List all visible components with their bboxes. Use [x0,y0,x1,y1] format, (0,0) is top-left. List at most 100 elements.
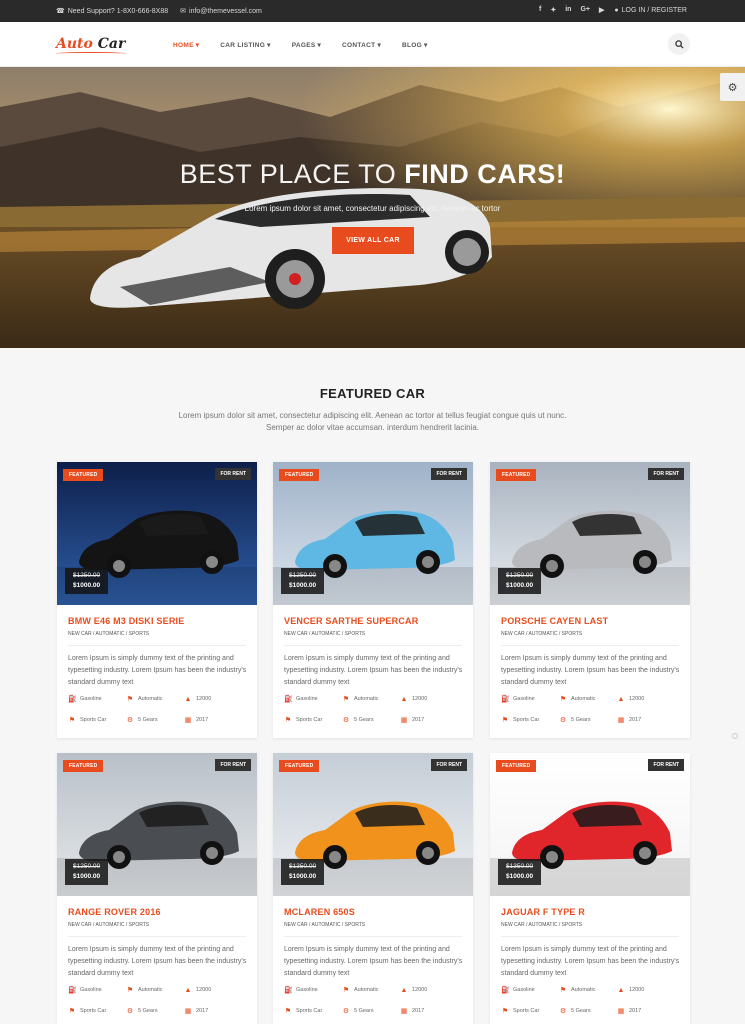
login-label: LOG IN / REGISTER [621,6,687,14]
email-contact[interactable]: ✉ info@themevessel.com [180,7,262,16]
car-card[interactable]: FEATURED FOR RENT $1350.00 $1000.00 MCLA… [273,753,473,1024]
settings-toggle[interactable]: ⚙ [720,73,745,101]
spec-value: 5 Gears [354,1008,374,1014]
car-tags: NEW CAR / AUTOMATIC / SPORTS [501,922,583,928]
fuel-icon: ⛽ [68,696,77,703]
car-card[interactable]: FEATURED FOR RENT $1350.00 $1000.00 JAGU… [490,753,690,1024]
car-image[interactable]: FEATURED FOR RENT $1250.00 $1000.00 [273,462,473,605]
car-specs: ⛽ Gasoline ⚑ Automatic ▲ 12000 ⚑ Sports … [501,695,681,725]
spec-item: ▲ 12000 [400,986,458,994]
car-title[interactable]: VENCER SARTHE SUPERCAR [284,616,418,626]
spec-item: ▦ 2017 [617,1007,675,1015]
search-icon [674,39,684,49]
for-rent-badge: FOR RENT [431,759,467,771]
support-contact[interactable]: ☎ Need Support? 1-8X0-666-8X88 [56,7,169,16]
spec-item: ⚙ 5 Gears [559,716,617,724]
spec-value: Sports Car [296,717,323,723]
nav-item-pages[interactable]: PAGES ▾ [292,41,322,50]
car-card[interactable]: FEATURED FOR RENT $1250.00 $1000.00 RANG… [57,753,257,1024]
spec-item: ⚙ 5 Gears [126,716,184,724]
fuel-icon: ⛽ [501,987,510,994]
search-button[interactable] [668,33,690,55]
car-image[interactable]: FEATURED FOR RENT $1250.00 $1000.00 [57,753,257,896]
spec-value: 12000 [412,696,428,702]
old-price: $1350.00 [506,863,534,870]
car-description: Lorem Ipsum is simply dummy text of the … [284,946,463,977]
nav-item-car-listing[interactable]: CAR LISTING ▾ [220,41,271,50]
divider [68,936,246,937]
spec-item: ⛽ Gasoline [501,986,559,994]
car-image[interactable]: FEATURED FOR RENT $1250.00 $1000.00 [57,462,257,605]
current-price: $1000.00 [73,582,101,589]
spec-item: ⚑ Automatic [342,986,400,994]
car-card[interactable]: FEATURED FOR RENT $1250.00 $1000.00 PORS… [490,462,690,738]
twitter-icon[interactable]: ✦ [550,6,556,14]
nav-item-blog[interactable]: BLOG ▾ [402,41,428,50]
login-link[interactable]: ● LOG IN / REGISTER [614,7,687,14]
spec-item: ▲ 12000 [184,695,242,703]
car-specs: ⛽ Gasoline ⚑ Automatic ▲ 12000 ⚑ Sports … [501,986,681,1016]
calendar-icon: ▦ [184,717,192,724]
gears-icon: ⚙ [559,1008,567,1015]
car-title[interactable]: MCLAREN 650S [284,907,355,917]
price-box: $1350.00 $1000.00 [498,859,542,885]
car-type-icon: ⚑ [284,1008,292,1015]
gears-icon: ⚙ [342,1008,350,1015]
spec-value: 2017 [629,1008,642,1014]
mileage-icon: ▲ [617,695,625,703]
spec-value: 2017 [412,717,425,723]
support-text: Need Support? 1-8X0-666-8X88 [67,7,169,15]
transmission-icon: ⚑ [126,696,134,703]
spec-item: ▲ 12000 [184,986,242,994]
car-type-icon: ⚑ [68,1008,76,1015]
spec-item: ⚙ 5 Gears [342,1007,400,1015]
car-image[interactable]: FEATURED FOR RENT $1350.00 $1000.00 [273,753,473,896]
car-title[interactable]: RANGE ROVER 2016 [68,907,161,917]
spec-item: ▦ 2017 [184,716,242,724]
gears-icon: ⚙ [126,1008,134,1015]
mileage-icon: ▲ [184,695,192,703]
spec-item: ⚑ Sports Car [68,1007,126,1015]
calendar-icon: ▦ [617,1008,625,1015]
price-box: $1250.00 $1000.00 [281,568,325,594]
chevron-down-icon: ▾ [317,42,322,49]
view-all-car-button[interactable]: VIEW ALL CAR [332,227,414,254]
car-card[interactable]: FEATURED FOR RENT $1250.00 $1000.00 VENC… [273,462,473,738]
divider [501,645,679,646]
chevron-down-icon: ▾ [195,42,200,49]
nav-item-contact[interactable]: CONTACT ▾ [342,41,381,50]
divider [68,645,246,646]
price-box: $1350.00 $1000.00 [281,859,325,885]
google-plus-icon[interactable]: G+ [580,6,590,14]
car-title[interactable]: JAGUAR F TYPE R [501,907,585,917]
youtube-icon[interactable]: ▶ [599,6,604,14]
spec-item: ⚑ Automatic [126,695,184,703]
car-specs: ⛽ Gasoline ⚑ Automatic ▲ 12000 ⚑ Sports … [68,986,248,1016]
linkedin-icon[interactable]: in [565,6,571,14]
spec-item: ⚑ Sports Car [284,716,342,724]
nav-item-home[interactable]: HOME ▾ [173,41,200,50]
chevron-down-icon: ▾ [267,42,271,49]
facebook-icon[interactable]: f [539,6,541,14]
spec-value: Gasoline [296,696,318,702]
scroll-indicator[interactable] [732,733,738,739]
car-image[interactable]: FEATURED FOR RENT $1250.00 $1000.00 [490,462,690,605]
top-bar: ☎ Need Support? 1-8X0-666-8X88 ✉ info@th… [0,0,745,22]
car-card[interactable]: FEATURED FOR RENT $1250.00 $1000.00 BMW … [57,462,257,738]
for-rent-badge: FOR RENT [431,468,467,480]
car-image[interactable]: FEATURED FOR RENT $1350.00 $1000.00 [490,753,690,896]
car-title[interactable]: BMW E46 M3 DISKI SERIE [68,616,184,626]
spec-item: ⛽ Gasoline [501,695,559,703]
featured-badge: FEATURED [496,469,537,481]
old-price: $1250.00 [289,572,317,579]
spec-value: Automatic [571,987,596,993]
logo[interactable]: Auto Car [56,36,126,53]
fuel-icon: ⛽ [501,696,510,703]
featured-badge: FEATURED [63,469,104,481]
current-price: $1000.00 [506,873,534,880]
for-rent-badge: FOR RENT [215,759,251,771]
car-title[interactable]: PORSCHE CAYEN LAST [501,616,608,626]
spec-item: ⛽ Gasoline [68,695,126,703]
section-title: FEATURED CAR [319,386,426,401]
spec-value: Sports Car [80,717,107,723]
